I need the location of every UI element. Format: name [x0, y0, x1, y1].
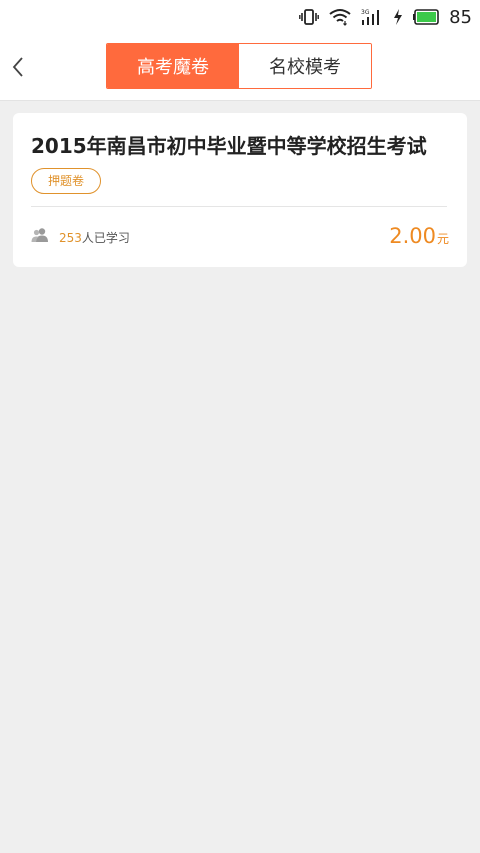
- study-text: 253人已学习: [59, 229, 130, 246]
- wifi-icon: [329, 8, 351, 26]
- tab-gaokao-mojuan[interactable]: 高考魔卷: [107, 44, 239, 88]
- status-icons: 3G 85: [299, 5, 472, 29]
- header: 高考魔卷 名校模考: [0, 34, 480, 101]
- price: 2.00 元: [389, 224, 449, 248]
- status-bar: 3G 85: [0, 0, 480, 34]
- price-value: 2.00: [389, 224, 436, 248]
- tag-badge: 押题卷: [31, 168, 102, 194]
- person-icon: [31, 227, 49, 247]
- study-info: 253人已学习: [31, 227, 130, 247]
- svg-text:3G: 3G: [361, 9, 370, 16]
- exam-card[interactable]: 2015年南昌市初中毕业暨中等学校招生考试 押题卷 253人已学习 2.00 元: [13, 113, 467, 267]
- price-unit: 元: [436, 232, 449, 246]
- signal-3g-icon: 3G: [361, 8, 383, 26]
- battery-icon: [413, 9, 439, 25]
- study-suffix: 人已学习: [81, 230, 130, 245]
- battery-level: 85: [449, 6, 472, 28]
- charging-icon: [393, 8, 403, 26]
- tab-switcher: 高考魔卷 名校模考: [106, 43, 372, 89]
- study-count: 253: [59, 230, 82, 245]
- back-button[interactable]: [8, 54, 32, 80]
- tab-mingxiao-mokao[interactable]: 名校模考: [239, 44, 371, 88]
- card-title: 2015年南昌市初中毕业暨中等学校招生考试: [31, 134, 427, 158]
- divider: [31, 206, 447, 207]
- vibrate-icon: [299, 8, 319, 26]
- chevron-left-icon: [12, 57, 23, 77]
